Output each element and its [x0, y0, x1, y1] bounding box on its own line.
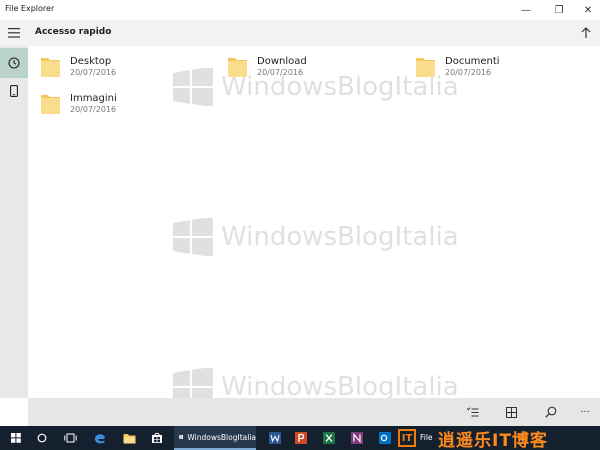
cortana-icon: [37, 433, 47, 443]
folder-name: Immagini: [70, 93, 117, 104]
start-button[interactable]: [5, 426, 27, 450]
folder-date: 20/07/2016: [257, 68, 304, 77]
more-icon: ···: [580, 406, 590, 418]
folder-icon: [41, 58, 60, 77]
taskbar-store[interactable]: [146, 426, 168, 450]
word-icon: [269, 432, 281, 444]
folder-icon: [123, 433, 135, 443]
minimize-icon: —: [521, 4, 531, 16]
folder-item-documenti[interactable]: Documenti 20/07/2016: [415, 50, 500, 86]
brand-watermark: IT File 逍遥乐IT博客: [398, 426, 548, 450]
page-title: Accesso rapido: [35, 27, 112, 37]
search-button[interactable]: [540, 402, 562, 422]
windows-logo-icon: [173, 218, 213, 256]
brand-logo: IT: [398, 429, 416, 447]
close-icon: ✕: [583, 4, 593, 16]
phone-icon: [10, 85, 18, 97]
watermark-text: WindowsBlogItalia: [221, 222, 459, 252]
folder-name: Download: [257, 56, 307, 67]
windows-logo-icon: [173, 68, 213, 106]
command-bar: ···: [28, 398, 600, 426]
taskbar-edge[interactable]: [89, 426, 111, 450]
header-bar: Accesso rapido: [0, 20, 600, 46]
rail-item-this-device[interactable]: [0, 76, 28, 106]
excel-icon: [323, 432, 335, 444]
task-view-button[interactable]: [59, 426, 81, 450]
folder-icon: [228, 58, 247, 77]
select-icon: [467, 407, 479, 417]
folder-icon: [416, 58, 435, 77]
edge-icon: [95, 434, 105, 444]
brand-text: 逍遥乐IT博客: [438, 430, 548, 450]
clock-icon: [8, 57, 20, 69]
taskbar-excel[interactable]: [318, 426, 340, 450]
hamburger-icon: [8, 28, 20, 38]
cortana-button[interactable]: [31, 426, 53, 450]
folder-item-immagini[interactable]: Immagini 20/07/2016: [40, 87, 117, 123]
taskbar: WindowsBlogItalia IT File 逍遥乐IT博客: [0, 426, 600, 450]
app-title: File Explorer: [5, 4, 55, 13]
restore-icon: ❐: [554, 4, 564, 16]
minimize-button[interactable]: —: [511, 0, 541, 20]
arrow-up-icon: [581, 27, 591, 38]
taskbar-file-label: File: [420, 433, 433, 442]
taskbar-word[interactable]: [264, 426, 286, 450]
grid-view-icon: [505, 406, 517, 418]
taskbar-active-app[interactable]: WindowsBlogItalia: [174, 426, 256, 450]
maximize-button[interactable]: ❐: [544, 0, 574, 20]
folder-name: Desktop: [70, 56, 112, 67]
folder-date: 20/07/2016: [445, 68, 492, 77]
close-button[interactable]: ✕: [573, 0, 600, 20]
more-button[interactable]: ···: [574, 402, 596, 422]
powerpoint-icon: [295, 432, 307, 444]
folder-item-desktop[interactable]: Desktop 20/07/2016: [40, 50, 116, 86]
title-bar: File Explorer — ❐ ✕: [0, 0, 600, 20]
search-icon: [545, 406, 557, 418]
taskbar-app-label: WindowsBlogItalia: [187, 432, 256, 442]
store-icon: [152, 432, 162, 443]
windows-logo-icon: [179, 434, 184, 440]
up-button[interactable]: [576, 23, 596, 43]
folder-icon: [41, 95, 60, 114]
navigation-rail: [0, 46, 28, 398]
content-area: WindowsBlogItalia WindowsBlogItalia Wind…: [28, 46, 600, 406]
view-toggle-button[interactable]: [500, 402, 522, 422]
onenote-icon: [351, 432, 363, 444]
folder-date: 20/07/2016: [70, 105, 117, 114]
select-button[interactable]: [462, 402, 484, 422]
taskbar-powerpoint[interactable]: [290, 426, 312, 450]
folder-item-download[interactable]: Download 20/07/2016: [227, 50, 307, 86]
taskbar-file-explorer[interactable]: [118, 426, 140, 450]
rail-item-recent[interactable]: [0, 48, 28, 78]
task-view-icon: [63, 433, 77, 443]
taskbar-onenote[interactable]: [346, 426, 368, 450]
folder-date: 20/07/2016: [70, 68, 117, 77]
folder-name: Documenti: [445, 56, 500, 67]
outlook-icon: [379, 432, 391, 444]
taskbar-outlook[interactable]: [374, 426, 396, 450]
menu-button[interactable]: [0, 20, 28, 46]
watermark: WindowsBlogItalia: [173, 218, 459, 256]
windows-logo-icon: [11, 433, 21, 443]
